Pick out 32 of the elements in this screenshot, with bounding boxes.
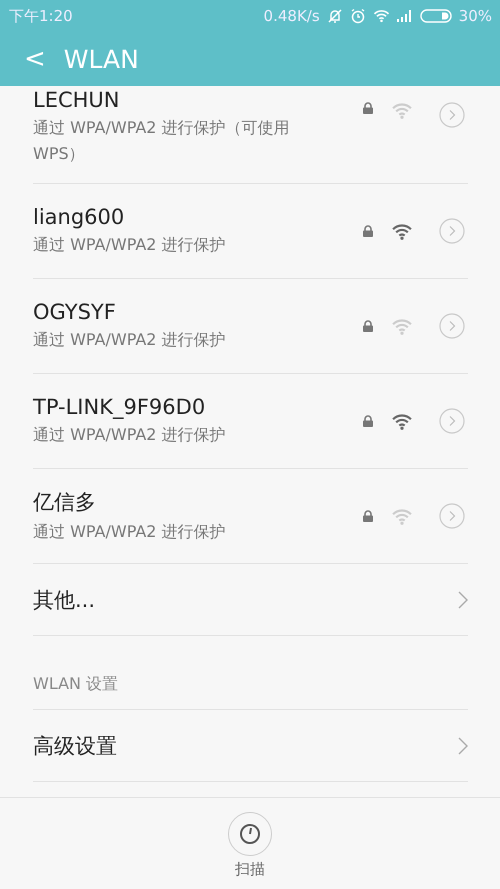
alarm-clock-icon <box>350 8 366 24</box>
other-networks-item[interactable]: 其他... <box>33 586 96 614</box>
advanced-settings-item[interactable]: 高级设置 <box>33 732 117 760</box>
wifi-icon <box>372 9 390 23</box>
scan-button[interactable] <box>228 812 272 856</box>
battery-percent: 30% <box>458 7 492 25</box>
battery-icon <box>420 9 452 23</box>
network-security: 通过 WPA/WPA2 进行保护 <box>33 234 227 256</box>
status-time: 下午1:20 <box>9 6 73 26</box>
details-icon[interactable] <box>439 102 465 128</box>
details-icon[interactable] <box>439 408 465 434</box>
network-name[interactable]: 亿信多 <box>33 488 345 516</box>
chevron-icon <box>458 590 468 608</box>
network-security: 通过 WPA/WPA2 进行保护 <box>33 328 227 350</box>
network-name[interactable]: TP-LINK_9F96D0 <box>33 394 345 418</box>
network-security: 通过 WPA/WPA2 进行保护 <box>33 520 227 542</box>
timer-icon <box>239 823 261 845</box>
network-name[interactable]: OGYSYF <box>33 300 345 324</box>
details-icon[interactable] <box>439 503 465 529</box>
details-icon[interactable] <box>439 313 465 339</box>
chevron-icon <box>458 736 468 754</box>
details-icon[interactable] <box>439 218 465 244</box>
network-security: 通过 WPA/WPA2 进行保护（可使用 WPS） <box>33 117 291 165</box>
network-name[interactable]: LECHUN <box>33 88 345 112</box>
signal-icon <box>396 10 413 22</box>
section-header: WLAN 设置 <box>33 674 118 695</box>
page-title: WLAN <box>64 44 139 74</box>
scan-label: 扫描 <box>235 860 265 879</box>
network-name[interactable]: liang600 <box>33 204 345 228</box>
network-speed: 0.48K/s <box>264 7 320 25</box>
muted-bell-icon <box>326 8 343 24</box>
network-security: 通过 WPA/WPA2 进行保护 <box>33 424 227 446</box>
